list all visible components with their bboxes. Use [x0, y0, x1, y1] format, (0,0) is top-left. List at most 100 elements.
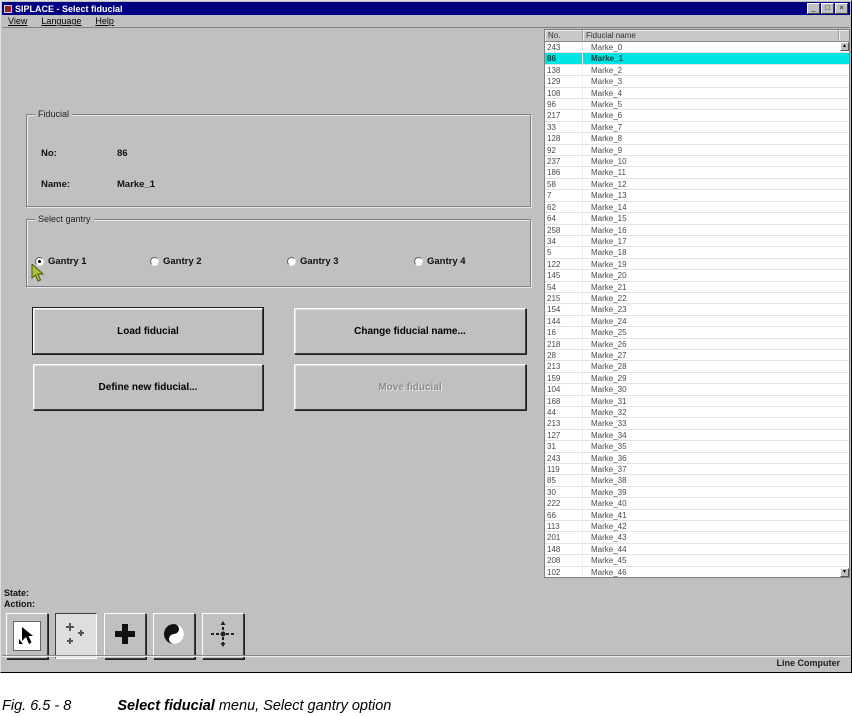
table-row[interactable]: 154 Marke_23	[545, 304, 849, 316]
table-row[interactable]: 34 Marke_17	[545, 235, 849, 248]
table-row[interactable]: 119 Marke_37	[545, 464, 849, 476]
scroll-down-icon[interactable]: ▾	[840, 568, 849, 577]
align-tool-button[interactable]	[202, 613, 244, 659]
menu-bar: View Language Help	[2, 15, 850, 28]
table-row[interactable]: 7 Marke_13	[545, 190, 849, 202]
cell-no: 127	[545, 429, 583, 441]
move-fiducial-button: Move fiducial	[294, 364, 526, 410]
table-row[interactable]: 66 Marke_41	[545, 509, 849, 522]
table-row[interactable]: 85 Marke_38	[545, 475, 849, 487]
cell-no: 144	[545, 315, 583, 327]
table-row[interactable]: 33 Marke_7	[545, 121, 849, 134]
fiducial-rows: 243 Marke_0 86 Marke_1 138 Marke_2 129 M…	[545, 42, 849, 577]
camera-tool-button[interactable]	[153, 613, 195, 659]
table-row[interactable]: 159 Marke_29	[545, 372, 849, 385]
table-row[interactable]: 108 Marke_4	[545, 87, 849, 100]
table-row[interactable]: 28 Marke_27	[545, 349, 849, 362]
table-row[interactable]: 128 Marke_8	[545, 133, 849, 145]
table-row[interactable]: 92 Marke_9	[545, 144, 849, 157]
table-row[interactable]: 44 Marke_32	[545, 407, 849, 419]
table-row[interactable]: 129 Marke_3	[545, 76, 849, 88]
camera-circle-icon	[162, 622, 186, 651]
table-row[interactable]: 201 Marke_43	[545, 532, 849, 544]
gantry-radio-option[interactable]: Gantry 3	[287, 256, 339, 267]
table-row[interactable]: 113 Marke_42	[545, 521, 849, 533]
cell-fiducial-name: Marke_43	[591, 533, 627, 543]
table-row[interactable]: 58 Marke_12	[545, 178, 849, 191]
change-fiducial-name-button[interactable]: Change fiducial name...	[294, 308, 526, 354]
table-row[interactable]: 145 Marke_20	[545, 270, 849, 282]
figure-title: Select fiducial	[117, 698, 215, 714]
table-row[interactable]: 62 Marke_14	[545, 201, 849, 214]
minimize-button[interactable]: _	[807, 3, 820, 14]
table-row[interactable]: 122 Marke_19	[545, 258, 849, 271]
cell-no: 237	[545, 156, 583, 167]
cell-fiducial-name: Marke_17	[591, 236, 627, 246]
table-row[interactable]: 144 Marke_24	[545, 315, 849, 328]
cell-fiducial-name: Marke_9	[591, 145, 623, 155]
table-row[interactable]: 258 Marke_16	[545, 224, 849, 236]
cell-no: 34	[545, 235, 583, 247]
table-row[interactable]: 16 Marke_25	[545, 327, 849, 339]
table-row[interactable]: 96 Marke_5	[545, 99, 849, 111]
select-tool-button[interactable]	[6, 613, 48, 659]
close-button[interactable]: ×	[835, 3, 848, 14]
table-row[interactable]: 213 Marke_28	[545, 361, 849, 373]
table-row[interactable]: 217 Marke_6	[545, 110, 849, 122]
fiducial-marks-tool-button[interactable]	[55, 613, 97, 659]
table-row[interactable]: 5 Marke_18	[545, 247, 849, 259]
maximize-button[interactable]: □	[821, 3, 834, 14]
cell-no: 159	[545, 372, 583, 384]
cell-no: 154	[545, 304, 583, 315]
column-header-fiducial-name[interactable]: Fiducial name	[583, 30, 839, 41]
table-row[interactable]: 218 Marke_26	[545, 338, 849, 350]
gantry-radio-label: Gantry 2	[163, 256, 202, 267]
menu-language[interactable]: Language	[41, 16, 81, 26]
fiducial-list-header: No. Fiducial name	[545, 30, 849, 42]
table-row[interactable]: 148 Marke_44	[545, 543, 849, 556]
table-row[interactable]: 31 Marke_35	[545, 441, 849, 453]
gantry-radio-option[interactable]: Gantry 2	[150, 256, 202, 267]
figure-caption: Fig. 6.5 - 8 Select fiducial menu, Select…	[2, 698, 391, 714]
cell-no: 5	[545, 247, 583, 258]
load-fiducial-button[interactable]: Load fiducial	[32, 307, 264, 355]
table-row[interactable]: 138 Marke_2	[545, 64, 849, 77]
menu-help[interactable]: Help	[95, 16, 114, 26]
fiducial-list: No. Fiducial name 243 Marke_0 86 Marke_1…	[544, 29, 850, 578]
table-row[interactable]: 127 Marke_34	[545, 429, 849, 442]
table-row[interactable]: 86 Marke_1	[545, 53, 849, 65]
table-row[interactable]: 186 Marke_11	[545, 167, 849, 179]
gantry-radio-option[interactable]: Gantry 4	[414, 256, 466, 267]
table-row[interactable]: 64 Marke_15	[545, 213, 849, 225]
table-row[interactable]: 243 Marke_36	[545, 452, 849, 465]
cell-fiducial-name: Marke_39	[591, 487, 627, 497]
table-row[interactable]: 243 Marke_0	[545, 42, 849, 54]
table-row[interactable]: 54 Marke_21	[545, 281, 849, 293]
radio-icon[interactable]	[150, 257, 159, 266]
menu-view[interactable]: View	[8, 16, 27, 26]
action-label: Action:	[4, 599, 35, 609]
column-header-no[interactable]: No.	[545, 30, 583, 41]
cell-fiducial-name: Marke_20	[591, 271, 627, 281]
cell-fiducial-name: Marke_31	[591, 396, 627, 406]
radio-icon[interactable]	[414, 257, 423, 266]
table-row[interactable]: 222 Marke_40	[545, 498, 849, 510]
table-row[interactable]: 213 Marke_33	[545, 418, 849, 430]
table-row[interactable]: 168 Marke_31	[545, 395, 849, 407]
table-row[interactable]: 30 Marke_39	[545, 486, 849, 499]
crosshair-icon	[113, 622, 137, 651]
cell-no: 243	[545, 42, 583, 53]
scroll-up-icon[interactable]: ▴	[840, 42, 849, 51]
table-row[interactable]: 102 Marke_46	[545, 566, 849, 577]
fiducial-groupbox: Fiducial No: 86 Name: Marke_1	[26, 109, 531, 207]
list-scrollbar[interactable]: ▴ ▾	[840, 42, 849, 577]
crosshair-tool-button[interactable]	[104, 613, 146, 659]
table-row[interactable]: 104 Marke_30	[545, 384, 849, 396]
status-bar: Line Computer	[2, 655, 850, 670]
radio-icon[interactable]	[287, 257, 296, 266]
table-row[interactable]: 237 Marke_10	[545, 156, 849, 168]
table-row[interactable]: 208 Marke_45	[545, 555, 849, 567]
table-row[interactable]: 215 Marke_22	[545, 292, 849, 305]
define-new-fiducial-button[interactable]: Define new fiducial...	[33, 364, 263, 410]
cell-fiducial-name: Marke_30	[591, 385, 627, 395]
